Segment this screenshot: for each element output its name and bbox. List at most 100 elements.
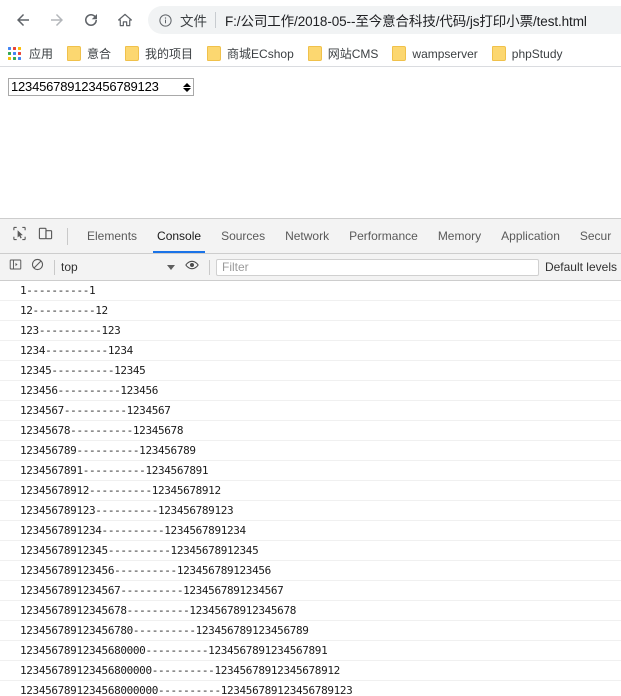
navigation-bar: 文件 F:/公司工作/2018-05--至今意合科技/代码/js打印小票/tes… bbox=[0, 0, 621, 40]
apps-grid-icon bbox=[8, 46, 22, 61]
console-message[interactable]: 123456789123456----------123456789123456 bbox=[0, 561, 621, 581]
console-log-levels-selector[interactable]: Default levels bbox=[545, 260, 617, 274]
tab-label: Secur bbox=[579, 229, 612, 243]
console-message[interactable]: 1234567891234568000000----------12345678… bbox=[0, 681, 621, 696]
device-toolbar-button[interactable] bbox=[32, 223, 58, 249]
live-expression-eye-icon bbox=[185, 258, 199, 277]
inspect-element-button[interactable] bbox=[6, 223, 32, 249]
bookmark-label: 网站CMS bbox=[327, 47, 379, 61]
bookmark-item-3[interactable]: 网站CMS bbox=[307, 45, 379, 62]
bookmark-item-1[interactable]: 我的项目 bbox=[125, 45, 193, 62]
bookmark-item-0[interactable]: 意合 bbox=[67, 45, 111, 62]
console-message[interactable]: 1----------1 bbox=[0, 281, 621, 301]
tab-label: Application bbox=[501, 229, 560, 243]
inspect-element-icon bbox=[12, 226, 27, 246]
clear-console-icon bbox=[31, 258, 44, 276]
tab-network[interactable]: Network bbox=[275, 219, 339, 253]
home-button[interactable] bbox=[108, 3, 142, 37]
console-message[interactable]: 123456789123456780----------123456789123… bbox=[0, 621, 621, 641]
console-context-selector[interactable]: top bbox=[61, 260, 181, 274]
console-message[interactable]: 1234567891234----------1234567891234 bbox=[0, 521, 621, 541]
bookmark-apps-label: 应用 bbox=[29, 47, 54, 61]
console-message[interactable]: 123----------123 bbox=[0, 321, 621, 341]
bookmark-item-2[interactable]: 商城ECshop bbox=[207, 45, 294, 62]
tab-application[interactable]: Application bbox=[491, 219, 570, 253]
spinner-up-arrow[interactable] bbox=[182, 82, 191, 87]
folder-icon bbox=[392, 46, 407, 61]
spinner-down-arrow[interactable] bbox=[182, 87, 191, 92]
filterbar-divider-2 bbox=[209, 259, 210, 275]
tab-label: Sources bbox=[221, 229, 266, 243]
devtools-tab-list: Elements Console Sources Network Perform… bbox=[77, 219, 621, 253]
console-filter-bar: top Filter Default levels bbox=[0, 254, 621, 281]
console-message[interactable]: 123456----------123456 bbox=[0, 381, 621, 401]
console-message[interactable]: 12345678----------12345678 bbox=[0, 421, 621, 441]
arrow-right-icon bbox=[48, 11, 66, 29]
tab-label: Memory bbox=[437, 229, 482, 243]
console-message[interactable]: 12----------12 bbox=[0, 301, 621, 321]
console-message[interactable]: 1234567----------1234567 bbox=[0, 401, 621, 421]
tab-label: Performance bbox=[349, 229, 418, 243]
tab-label: Elements bbox=[87, 229, 138, 243]
console-message[interactable]: 1234567891----------1234567891 bbox=[0, 461, 621, 481]
bookmark-label: 我的项目 bbox=[145, 47, 194, 61]
console-message[interactable]: 12345----------12345 bbox=[0, 361, 621, 381]
bookmark-label: wampserver bbox=[412, 46, 478, 61]
forward-button[interactable] bbox=[40, 3, 74, 37]
console-message[interactable]: 12345678912----------12345678912 bbox=[0, 481, 621, 501]
page-viewport: 123456789123456789123 bbox=[0, 67, 621, 218]
console-message[interactable]: 123456789----------123456789 bbox=[0, 441, 621, 461]
tab-label: Console bbox=[157, 229, 202, 243]
live-expression-button[interactable] bbox=[181, 256, 203, 278]
console-message[interactable]: 123456789123----------123456789123 bbox=[0, 501, 621, 521]
arrow-left-icon bbox=[14, 11, 32, 29]
bookmark-label: 意合 bbox=[87, 47, 112, 61]
clear-console-button[interactable] bbox=[26, 256, 48, 278]
device-toolbar-icon bbox=[38, 226, 53, 246]
console-message[interactable]: 12345678912345678----------1234567891234… bbox=[0, 601, 621, 621]
tab-memory[interactable]: Memory bbox=[428, 219, 491, 253]
console-sidebar-button[interactable] bbox=[4, 256, 26, 278]
tab-label: Network bbox=[285, 229, 330, 243]
address-bar-url[interactable]: F:/公司工作/2018-05--至今意合科技/代码/js打印小票/test.h… bbox=[225, 10, 621, 30]
console-message[interactable]: 123456789123456800000----------123456789… bbox=[0, 661, 621, 681]
number-input-value[interactable]: 123456789123456789123 bbox=[9, 79, 180, 95]
filterbar-divider-1 bbox=[54, 259, 55, 275]
devtools-tabbar: Elements Console Sources Network Perform… bbox=[0, 219, 621, 254]
spinner-updown-icon[interactable] bbox=[180, 79, 193, 95]
console-message[interactable]: 1234567891234567----------12345678912345… bbox=[0, 581, 621, 601]
bookmarks-bar: 应用 意合 我的项目 商城ECshop 网站CMS wampserver php… bbox=[0, 40, 621, 67]
bookmark-label: phpStudy bbox=[511, 46, 563, 61]
console-output[interactable]: 1----------1 12----------12 123---------… bbox=[0, 281, 621, 696]
devtools-toolbar-divider bbox=[67, 227, 68, 245]
console-sidebar-icon bbox=[9, 258, 22, 276]
chevron-down-icon bbox=[167, 264, 175, 270]
console-filter-input[interactable]: Filter bbox=[216, 258, 539, 276]
console-filter-placeholder: Filter bbox=[222, 260, 249, 274]
bookmark-label: 商城ECshop bbox=[227, 47, 294, 61]
reload-button[interactable] bbox=[74, 3, 108, 37]
back-button[interactable] bbox=[6, 3, 40, 37]
console-message[interactable]: 12345678912345----------12345678912345 bbox=[0, 541, 621, 561]
bookmark-item-4[interactable]: wampserver bbox=[392, 46, 478, 61]
folder-icon bbox=[125, 46, 140, 61]
address-bar-divider bbox=[215, 12, 216, 28]
folder-icon bbox=[67, 46, 82, 61]
reload-icon bbox=[82, 11, 100, 29]
number-input[interactable]: 123456789123456789123 bbox=[8, 78, 194, 96]
console-message[interactable]: 1234----------1234 bbox=[0, 341, 621, 361]
bookmark-apps-shortcut[interactable]: 应用 bbox=[8, 45, 53, 62]
tab-security[interactable]: Secur bbox=[570, 219, 621, 253]
address-bar[interactable]: 文件 F:/公司工作/2018-05--至今意合科技/代码/js打印小票/tes… bbox=[148, 6, 621, 34]
devtools-panel: Elements Console Sources Network Perform… bbox=[0, 218, 621, 696]
tab-console[interactable]: Console bbox=[147, 219, 211, 253]
console-context-label: top bbox=[61, 260, 78, 274]
tab-performance[interactable]: Performance bbox=[339, 219, 428, 253]
bookmark-item-5[interactable]: phpStudy bbox=[491, 46, 563, 61]
info-circle-icon[interactable] bbox=[152, 7, 178, 33]
console-message[interactable]: 12345678912345680000----------1234567891… bbox=[0, 641, 621, 661]
tab-sources[interactable]: Sources bbox=[211, 219, 275, 253]
tab-elements[interactable]: Elements bbox=[77, 219, 147, 253]
browser-chrome: 文件 F:/公司工作/2018-05--至今意合科技/代码/js打印小票/tes… bbox=[0, 0, 621, 67]
home-icon bbox=[116, 11, 134, 29]
